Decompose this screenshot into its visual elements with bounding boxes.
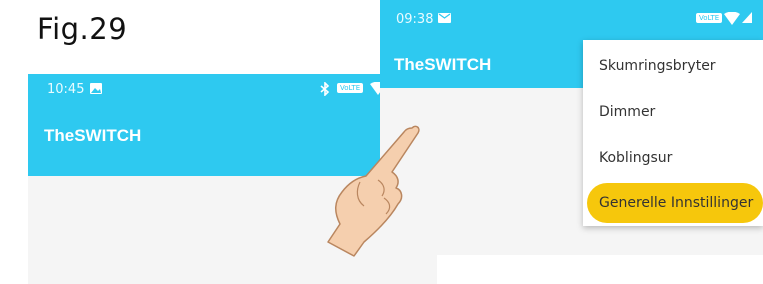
menu-item-label: Generelle Innstillinger (599, 195, 754, 211)
menu-item-skumringsbryter[interactable]: Skumringsbryter (583, 46, 763, 86)
menu-item-dimmer[interactable]: Dimmer (583, 92, 763, 132)
pointing-hand-icon (327, 125, 420, 257)
status-time: 10:45 (47, 82, 85, 97)
status-bar: 09:38 VoLTE (380, 0, 763, 30)
volte-badge: VoLTE (337, 83, 364, 93)
menu-item-label: Koblingsur (599, 150, 673, 166)
volte-badge: VoLTE (696, 13, 723, 23)
image-icon (90, 83, 102, 94)
wifi-icon (724, 12, 740, 25)
menu-item-generelle-innstillinger[interactable]: Generelle Innstillinger (583, 183, 763, 223)
overflow-menu: Skumringsbryter Dimmer Koblingsur Genere… (583, 40, 763, 226)
menu-item-koblingsur[interactable]: Koblingsur (583, 138, 763, 178)
menu-item-label: Skumringsbryter (599, 58, 716, 74)
status-time: 09:38 (396, 12, 434, 27)
app-title: TheSWITCH (44, 126, 142, 145)
message-icon (438, 13, 451, 23)
menu-item-label: Dimmer (599, 104, 656, 120)
figure-label: Fig.29 (37, 12, 128, 46)
bluetooth-icon (320, 82, 330, 96)
status-bar: 10:45 VoLTE (28, 74, 437, 104)
signal-icon (742, 12, 752, 23)
app-title: TheSWITCH (394, 55, 492, 74)
